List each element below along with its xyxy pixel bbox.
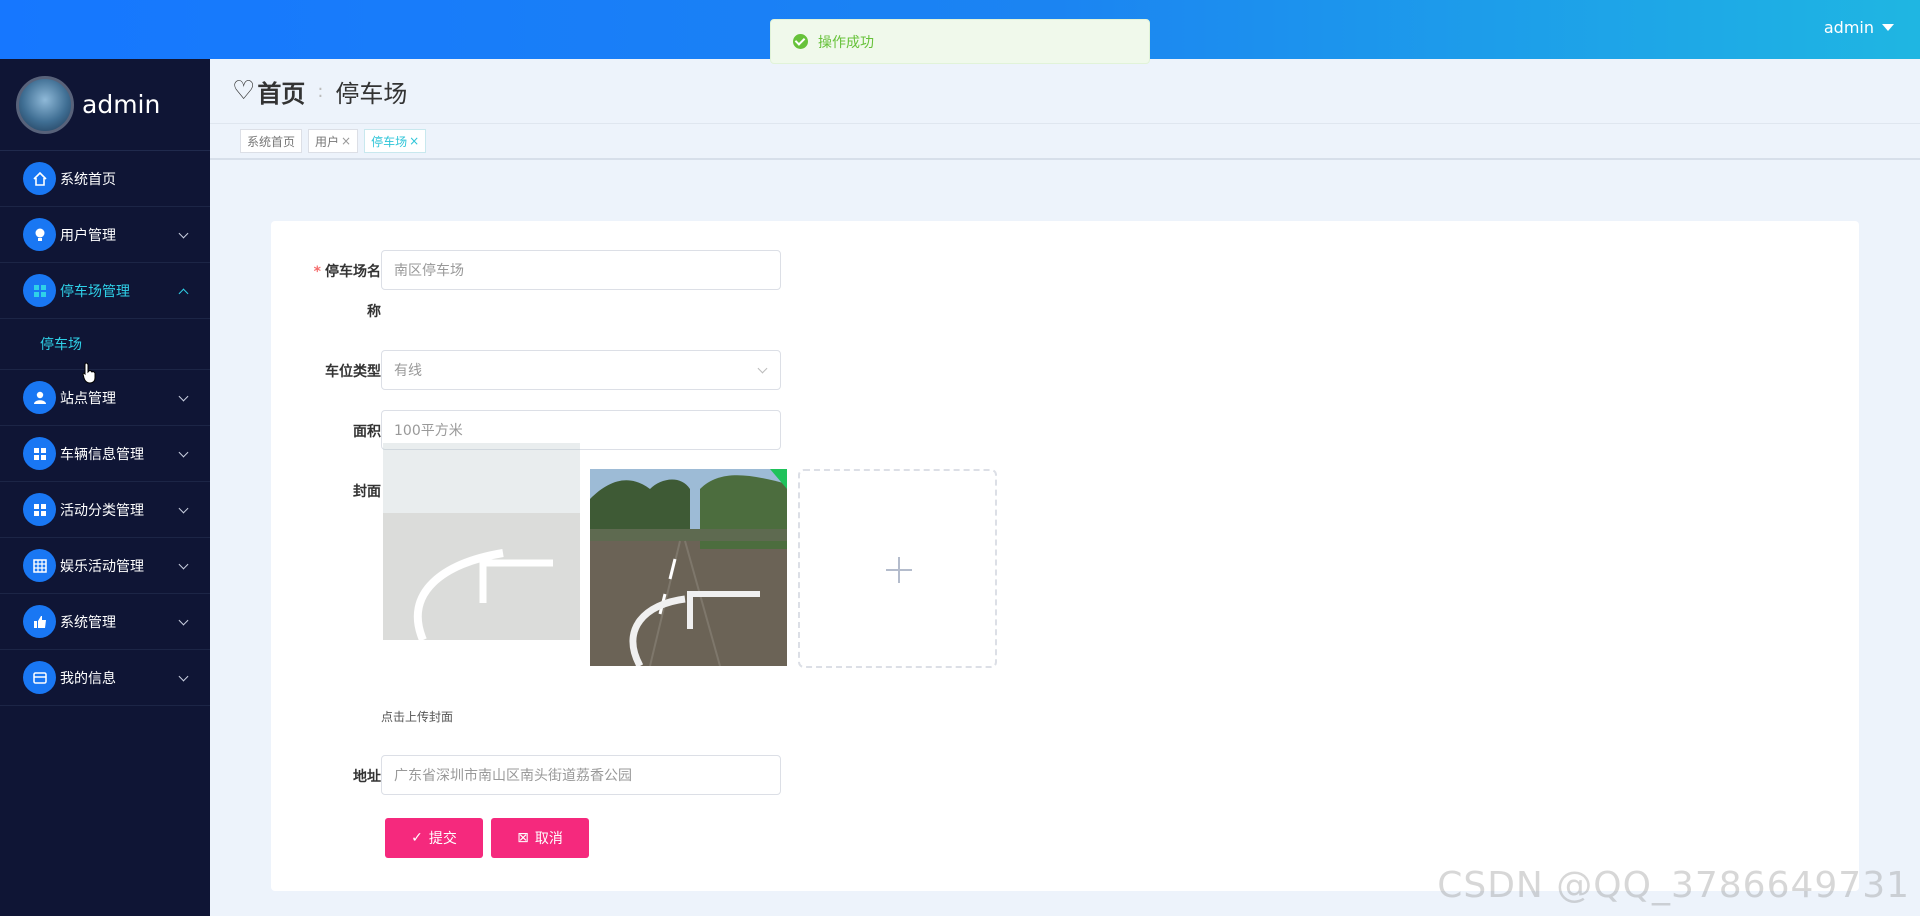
grid-icon: [23, 274, 56, 307]
sidebar-item-label: 用户管理: [60, 227, 116, 244]
cover-hint: 点击上传封面: [381, 710, 454, 724]
wallet-icon: [23, 661, 56, 694]
user-menu[interactable]: admin: [1824, 18, 1894, 37]
table-icon: [23, 549, 56, 582]
close-icon[interactable]: ×: [341, 134, 351, 148]
cancel-button-label: 取消: [534, 831, 563, 847]
breadcrumb-home[interactable]: 首页: [257, 74, 305, 109]
address-label: 地址: [353, 769, 381, 785]
parking-name-input[interactable]: 南区停车场: [381, 250, 781, 290]
hand-cursor-icon: [82, 362, 96, 384]
caret-down-icon: [1882, 24, 1894, 31]
user-icon: [23, 381, 56, 414]
cover-label: 封面: [353, 484, 381, 500]
sidebar-item-my-info[interactable]: 我的信息: [0, 650, 210, 706]
tag-label: 用户: [315, 134, 340, 149]
parking-name-label: * 停车场名: [271, 261, 381, 281]
required-mark: *: [313, 264, 321, 280]
breadcrumb-current: 停车场: [335, 79, 408, 108]
submit-button-label: 提交: [428, 831, 457, 847]
cancel-button[interactable]: ⊠ 取消: [491, 818, 589, 858]
sidebar-item-activities[interactable]: 娱乐活动管理: [0, 538, 210, 594]
submit-button[interactable]: ✓ 提交: [385, 818, 483, 858]
sidebar-item-label: 系统首页: [60, 171, 116, 188]
avatar: [16, 75, 74, 134]
chevron-up-icon: [178, 288, 189, 299]
slot-type-select[interactable]: 有线: [381, 350, 781, 390]
watermark: CSDN @QQ_3786649731: [1437, 865, 1910, 906]
sidebar-item-parking-mgmt[interactable]: 停车场管理: [0, 263, 210, 319]
sidebar: admin 系统首页 用户管理 停车场管理 停车场 站点管理 车辆信息管理 活动…: [0, 59, 210, 916]
tag-home[interactable]: 系统首页: [240, 129, 303, 153]
parking-name-label-line1: 停车场名: [325, 264, 381, 280]
area-label: 面积: [353, 424, 381, 440]
breadcrumb-separator: :: [317, 80, 324, 102]
user-name: admin: [1823, 18, 1874, 37]
grid-icon: [23, 437, 56, 470]
sidebar-item-label: 车辆信息管理: [60, 446, 144, 463]
page-header: ♡ 首页 : 停车场: [210, 59, 1920, 123]
chevron-down-icon: [178, 228, 189, 239]
close-icon[interactable]: ×: [409, 134, 419, 148]
sidebar-item-home[interactable]: 系统首页: [0, 151, 210, 207]
profile-name: admin: [82, 90, 161, 119]
chevron-down-icon: [757, 363, 768, 374]
grid-icon: [23, 493, 56, 526]
sidebar-item-system[interactable]: 系统管理: [0, 594, 210, 650]
chevron-down-icon: [178, 671, 189, 682]
sidebar-item-users[interactable]: 用户管理: [0, 207, 210, 263]
sidebar-item-label: 活动分类管理: [60, 502, 144, 519]
sidebar-item-label: 站点管理: [60, 390, 116, 407]
sidebar-item-vehicles[interactable]: 车辆信息管理: [0, 426, 210, 482]
cover-image[interactable]: [590, 469, 787, 666]
tag-label: 系统首页: [247, 134, 296, 149]
sidebar-item-activity-categories[interactable]: 活动分类管理: [0, 482, 210, 538]
sidebar-item-label: 我的信息: [60, 670, 116, 687]
chevron-down-icon: [178, 447, 189, 458]
bulb-icon: [23, 218, 56, 251]
slot-type-value: 有线: [394, 363, 422, 379]
heart-icon: ♡: [232, 76, 256, 106]
upload-cover-button[interactable]: [798, 469, 997, 668]
chevron-down-icon: [178, 391, 189, 402]
sidebar-item-label: 娱乐活动管理: [60, 558, 144, 575]
sidebar-item-label: 系统管理: [60, 614, 116, 631]
chevron-down-icon: [178, 559, 189, 570]
close-box-icon: ⊠: [517, 830, 529, 846]
tag-label: 停车场: [371, 134, 408, 149]
submenu-item-parking[interactable]: 停车场: [0, 319, 210, 370]
thumb-icon: [23, 605, 56, 638]
sidebar-item-stations[interactable]: 站点管理: [0, 370, 210, 426]
success-toast: 操作成功: [770, 19, 1150, 64]
plus-icon: [886, 557, 912, 583]
tag-users[interactable]: 用户 ×: [308, 129, 359, 153]
form-card: * 停车场名 称 南区停车场 车位类型 有线 面积 100平方米 封面 点击上传…: [271, 221, 1859, 891]
tag-parking[interactable]: 停车场 ×: [364, 129, 427, 153]
sidebar-item-label: 停车场管理: [60, 283, 130, 300]
check-circle-icon: [793, 34, 808, 49]
tags-bar: 系统首页 用户 × 停车场 ×: [210, 123, 1920, 160]
toast-message: 操作成功: [818, 34, 874, 51]
slot-type-label: 车位类型: [325, 364, 381, 380]
parking-name-label-line2: 称: [367, 304, 381, 320]
check-icon: ✓: [411, 830, 423, 846]
cover-image-dragging[interactable]: [383, 443, 580, 640]
address-input[interactable]: 广东省深圳市南山区南头街道荔香公园: [381, 755, 781, 795]
profile-block: admin: [0, 59, 210, 151]
home-icon: [23, 162, 56, 195]
chevron-down-icon: [178, 503, 189, 514]
chevron-down-icon: [178, 615, 189, 626]
